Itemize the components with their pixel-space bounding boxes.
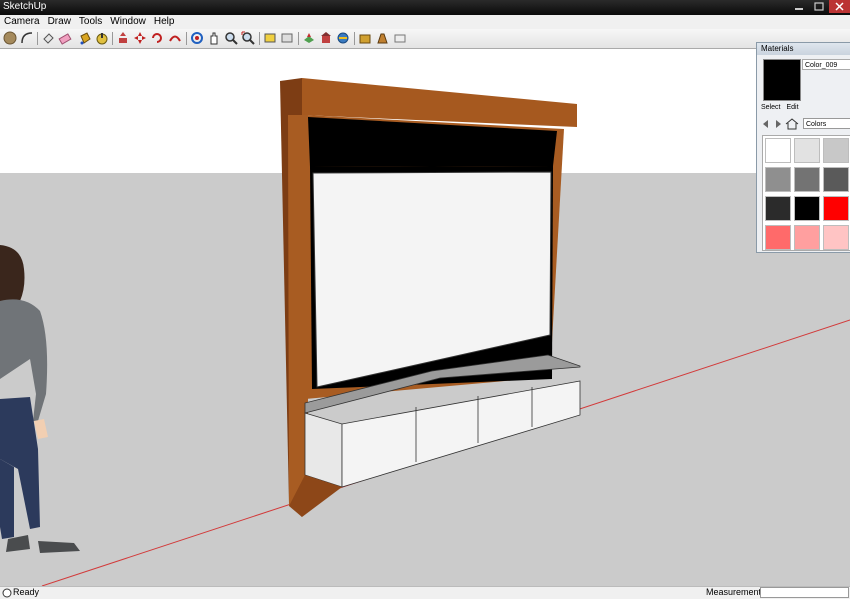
toolbar-separator: [354, 32, 355, 45]
menu-tools[interactable]: Tools: [75, 15, 106, 27]
color-swatch[interactable]: [794, 167, 820, 192]
menu-camera[interactable]: Camera: [0, 15, 44, 27]
status-bar: Ready Measurements: [0, 586, 850, 599]
tab-select[interactable]: Select: [761, 104, 780, 111]
component-icon[interactable]: [263, 31, 277, 45]
tab-edit[interactable]: Edit: [786, 104, 798, 111]
measurements-label: Measurements: [706, 587, 766, 597]
title-bar: SketchUp: [0, 0, 850, 15]
close-button[interactable]: [829, 0, 850, 13]
color-swatch[interactable]: [823, 167, 849, 192]
style-icon[interactable]: [375, 31, 389, 45]
minimize-button[interactable]: [789, 0, 809, 13]
layers-icon[interactable]: [302, 31, 316, 45]
color-swatch[interactable]: [823, 138, 849, 163]
share-icon[interactable]: [336, 31, 350, 45]
eraser-icon[interactable]: [58, 31, 72, 45]
color-swatch[interactable]: [765, 138, 791, 163]
color-swatch[interactable]: [823, 196, 849, 221]
help-icon[interactable]: [2, 588, 12, 598]
orbit-icon[interactable]: [190, 31, 204, 45]
home-icon[interactable]: [785, 118, 799, 130]
zoom-extents-icon[interactable]: [241, 31, 255, 45]
back-arrow-icon[interactable]: [763, 120, 768, 128]
materials-panel: Materials Color_009 Select Edit Colors: [756, 42, 850, 253]
push-pull-icon[interactable]: [116, 31, 130, 45]
console-side: [304, 412, 343, 488]
move-icon[interactable]: [133, 31, 147, 45]
material-name-field[interactable]: Color_009: [802, 59, 850, 70]
toolbar-separator: [37, 32, 38, 45]
measurements-input[interactable]: [760, 587, 849, 598]
circle-tool-icon[interactable]: [3, 31, 17, 45]
toolbar-separator: [186, 32, 187, 45]
window-title: SketchUp: [3, 1, 47, 12]
zoom-icon[interactable]: [224, 31, 238, 45]
color-swatch[interactable]: [794, 138, 820, 163]
photo-icon[interactable]: [280, 31, 294, 45]
swatch-grid: [762, 135, 850, 251]
model-viewport[interactable]: [0, 49, 850, 587]
menu-window[interactable]: Window: [106, 15, 150, 27]
menu-draw[interactable]: Draw: [44, 15, 75, 27]
print-icon[interactable]: [393, 31, 407, 45]
tape-measure-icon[interactable]: [95, 31, 109, 45]
forward-arrow-icon[interactable]: [776, 120, 781, 128]
color-swatch[interactable]: [765, 167, 791, 192]
main-toolbar: [0, 29, 850, 49]
maximize-button[interactable]: [809, 0, 829, 13]
current-material-swatch[interactable]: [763, 59, 801, 101]
color-swatch[interactable]: [823, 225, 849, 250]
menu-help[interactable]: Help: [150, 15, 179, 27]
status-text: Ready: [13, 587, 40, 597]
rotate-icon[interactable]: [150, 31, 164, 45]
extension-icon[interactable]: [358, 31, 372, 45]
select-tool-icon[interactable]: [41, 31, 55, 45]
toolbar-separator: [298, 32, 299, 45]
color-swatch[interactable]: [794, 196, 820, 221]
model-canvas: [0, 49, 850, 587]
warehouse-icon[interactable]: [319, 31, 333, 45]
toolbar-separator: [112, 32, 113, 45]
color-swatch[interactable]: [765, 225, 791, 250]
color-swatch[interactable]: [765, 196, 791, 221]
library-dropdown[interactable]: Colors: [803, 118, 850, 129]
color-swatch[interactable]: [794, 225, 820, 250]
toolbar-separator: [259, 32, 260, 45]
menu-bar: Camera Draw Tools Window Help: [0, 15, 850, 30]
paint-bucket-icon[interactable]: [78, 31, 92, 45]
arc-tool-icon[interactable]: [20, 31, 34, 45]
pan-icon[interactable]: [207, 31, 221, 45]
follow-me-icon[interactable]: [168, 31, 182, 45]
materials-panel-title[interactable]: Materials: [757, 43, 850, 55]
materials-tabs: Select Edit: [761, 104, 805, 111]
